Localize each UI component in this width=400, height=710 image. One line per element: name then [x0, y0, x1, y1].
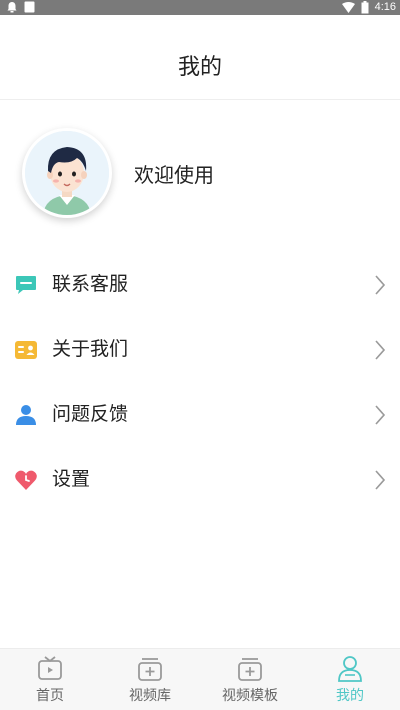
chevron-right-icon — [375, 340, 386, 360]
menu-item-feedback[interactable]: 问题反馈 — [0, 382, 400, 447]
tab-video-library[interactable]: 视频库 — [100, 649, 200, 710]
battery-icon — [361, 1, 369, 14]
menu-item-contact-service[interactable]: 联系客服 — [0, 252, 400, 317]
chat-icon — [16, 276, 36, 294]
tab-video-templates[interactable]: 视频模板 — [200, 649, 300, 710]
mine-screen: 4:16 我的 欢迎使用 联系客服 关于我们 问题反馈 设置 首页 视频库 视频… — [0, 0, 400, 710]
notification-icon — [7, 2, 17, 13]
page-title: 我的 — [177, 55, 222, 80]
avatar[interactable] — [22, 128, 112, 218]
menu-item-label: 设置 — [52, 468, 91, 490]
tab-label: 我的 — [336, 688, 364, 704]
chevron-right-icon — [375, 405, 386, 425]
tab-home[interactable]: 首页 — [0, 649, 100, 710]
menu-item-about-us[interactable]: 关于我们 — [0, 317, 400, 382]
avatar-cartoon-icon — [25, 131, 109, 215]
page-header: 我的 — [0, 15, 400, 100]
tv-icon — [38, 656, 62, 680]
chevron-right-icon — [375, 275, 386, 295]
settings-menu: 联系客服 关于我们 问题反馈 设置 — [0, 252, 400, 512]
chevron-right-icon — [375, 470, 386, 490]
menu-item-label: 关于我们 — [52, 338, 129, 360]
menu-item-settings[interactable]: 设置 — [0, 447, 400, 512]
menu-item-label: 联系客服 — [52, 273, 129, 295]
tab-label: 视频库 — [129, 688, 171, 704]
heart-clock-icon — [15, 470, 37, 490]
tab-label: 视频模板 — [222, 688, 278, 704]
status-right: 4:16 — [341, 0, 396, 15]
sim-icon — [24, 1, 35, 13]
wifi-icon — [341, 2, 355, 13]
menu-item-label: 问题反馈 — [52, 403, 129, 425]
profile-section: 欢迎使用 — [0, 100, 400, 250]
welcome-text: 欢迎使用 — [134, 163, 214, 187]
folder-add-icon — [238, 658, 262, 681]
folder-add-icon — [138, 658, 162, 681]
status-time: 4:16 — [374, 1, 396, 13]
id-card-icon — [15, 341, 37, 359]
bottom-tab-bar: 首页 视频库 视频模板 我的 — [0, 648, 400, 710]
tab-mine[interactable]: 我的 — [300, 649, 400, 710]
status-bar: 4:16 — [0, 0, 400, 15]
user-icon — [16, 405, 36, 425]
person-icon — [338, 656, 362, 682]
status-left — [6, 1, 35, 13]
tab-label: 首页 — [36, 688, 64, 704]
